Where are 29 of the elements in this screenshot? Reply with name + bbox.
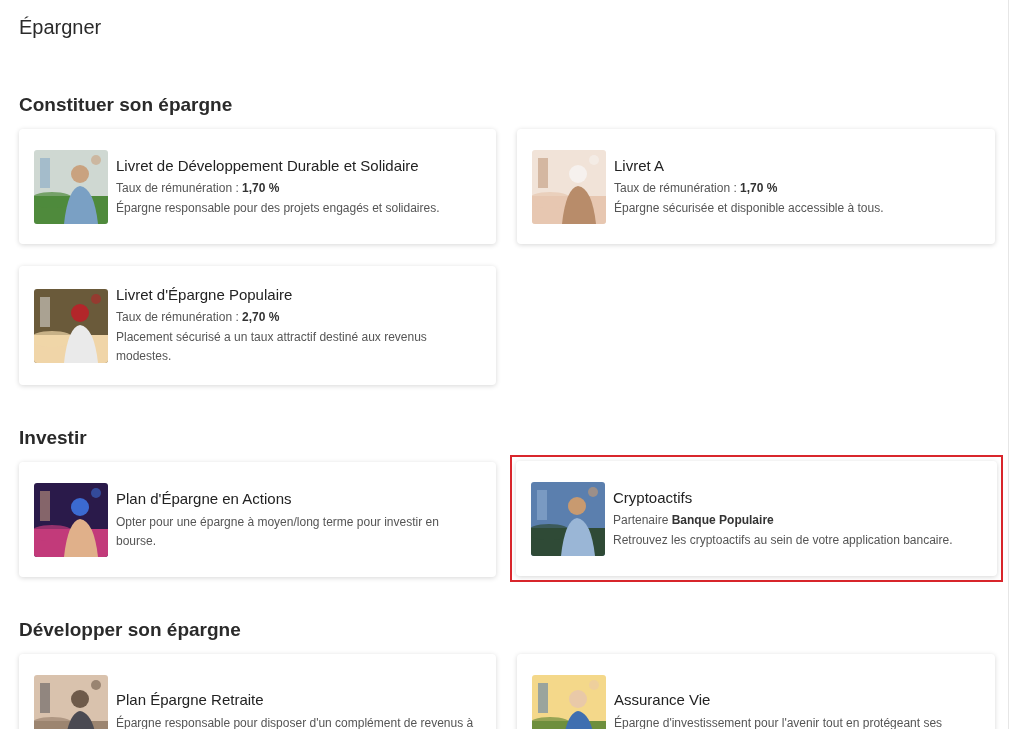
card-title: Assurance Vie: [614, 691, 712, 709]
card-detail: Taux de rémunération : 1,70 %: [614, 179, 779, 196]
section-heading: Développer son épargne: [19, 618, 242, 642]
card-title: Livret d'Épargne Populaire: [116, 286, 294, 304]
card-title: Plan Épargne Retraite: [116, 691, 265, 709]
card-description: Épargne d'investissement pour l'avenir tout en protégeant ses: [614, 714, 943, 729]
card-title: Livret de Développement Durable et Solidaire: [116, 156, 420, 175]
page-title: Épargner: [19, 15, 103, 40]
card-detail: Taux de rémunération : 2,70 %: [116, 309, 281, 325]
product-card[interactable]: Plan d'Épargne en Actions Opter pour une épargne à moyen/long terme pour investir en bourse.: [19, 462, 496, 577]
section-heading: Constituer son épargne: [19, 93, 234, 117]
card-detail: Taux de rémunération : 1,70 %: [116, 179, 281, 196]
card-detail: Partenaire Banque Populaire: [613, 511, 775, 528]
product-card[interactable]: Livret d'Épargne Populaire Taux de rémunération : 2,70 % Placement sécurisé a un taux attractif destiné aux revenus modestes.: [19, 266, 496, 385]
product-card[interactable]: Livret de Développement Durable et Solidaire Taux de rémunération : 1,70 % Épargne responsable pour des projets engagés et solidaires.: [19, 129, 496, 244]
card-description: Épargne sécurisée et disponible accessible à tous.: [614, 199, 884, 217]
card-description: Placement sécurisé a un taux attractif destiné aux revenus modestes.: [116, 329, 428, 365]
card-description: Épargne responsable pour disposer d'un complément de revenus à: [116, 714, 474, 729]
product-card[interactable]: Livret A Taux de rémunération : 1,70 % Épargne sécurisée et disponible accessible à tous.: [517, 129, 995, 244]
card-title: Livret A: [614, 156, 666, 175]
product-card[interactable]: Plan Épargne Retraite Épargne responsable pour disposer d'un complément de revenus à: [19, 654, 496, 729]
product-card[interactable]: Assurance Vie Épargne d'investissement pour l'avenir tout en protégeant ses: [517, 654, 995, 729]
card-description: Retrouvez les cryptoactifs au sein de votre application bancaire.: [613, 531, 953, 549]
card-title: Cryptoactifs: [613, 488, 694, 507]
section-heading: Investir: [19, 426, 88, 450]
card-description: Opter pour une épargne à moyen/long terme pour investir en bourse.: [116, 513, 440, 550]
card-description: Épargne responsable pour des projets engagés et solidaires.: [116, 199, 440, 217]
product-card[interactable]: Cryptoactifs Partenaire Banque Populaire Retrouvez les cryptoactifs au sein de votre application bancaire.: [516, 461, 997, 576]
card-title: Plan d'Épargne en Actions: [116, 489, 293, 508]
